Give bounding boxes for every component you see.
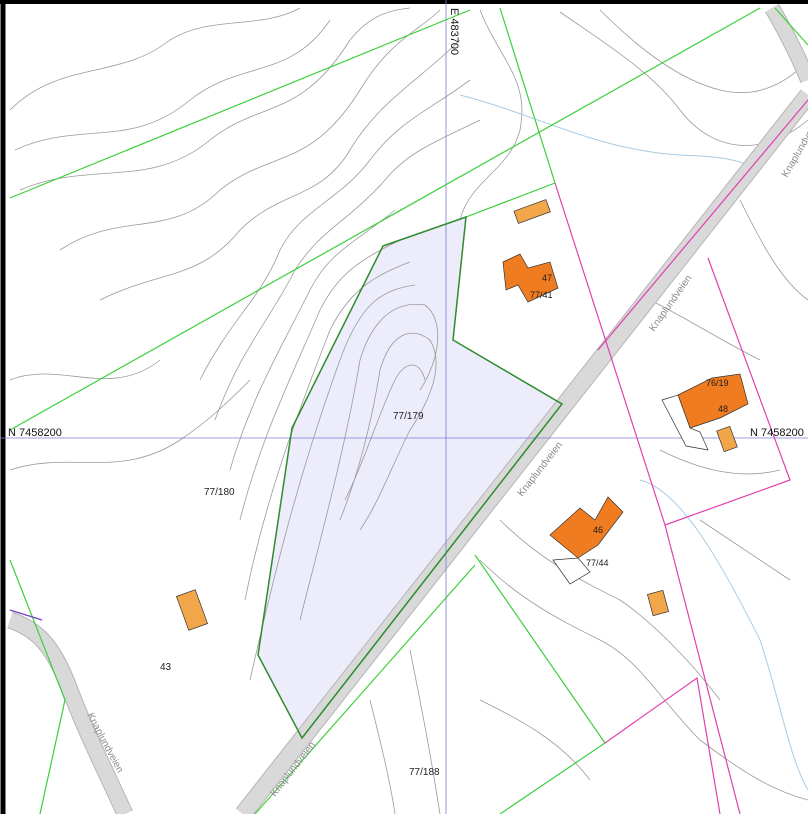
house-number-south: 46 — [593, 525, 603, 535]
house-number-north: 47 — [542, 273, 552, 283]
municipal-boundaries — [554, 99, 808, 814]
map-canvas[interactable]: 77/179 77/180 77/188 77/41 77/44 76/19 4… — [0, 0, 808, 814]
easting-label: E 483700 — [448, 8, 460, 55]
northing-label-right: N 7458200 — [750, 427, 804, 439]
parcel-label-west: 77/180 — [204, 487, 235, 498]
parcel-label-south: 77/188 — [409, 767, 440, 778]
parcel-label-house-south: 77/44 — [586, 558, 609, 568]
map-view[interactable]: 77/179 77/180 77/188 77/41 77/44 76/19 4… — [0, 0, 808, 814]
northing-label-left: N 7458200 — [8, 427, 62, 439]
house-number-east: 48 — [718, 404, 728, 414]
house-number-southwest: 43 — [160, 662, 172, 673]
parcel-label-house-north: 77/41 — [530, 290, 553, 300]
parcel-label-highlighted: 77/179 — [393, 411, 424, 422]
building-46 — [549, 496, 624, 559]
parcel-label-house-east: 76/19 — [706, 378, 729, 388]
